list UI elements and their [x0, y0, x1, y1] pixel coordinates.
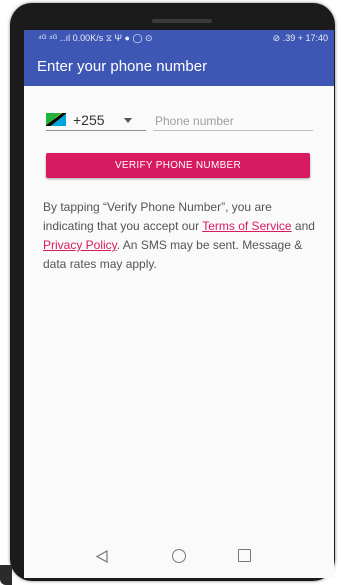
terms-part2: and	[291, 219, 315, 233]
status-right: ⊘ .39 + 17:40	[272, 33, 328, 43]
nav-bar	[24, 538, 334, 578]
recents-icon[interactable]	[238, 549, 251, 562]
speaker	[152, 19, 212, 23]
tanzania-flag-icon	[46, 113, 66, 126]
country-selector[interactable]: +255	[46, 112, 146, 131]
verify-phone-number-button[interactable]: VERIFY PHONE NUMBER	[46, 153, 310, 178]
terms-text: By tapping “Verify Phone Number”, you ar…	[43, 198, 315, 274]
back-icon[interactable]	[95, 549, 108, 568]
status-left: ⁴ᴳ ⁴ᴳ ‥ıl 0.00K/s ⧖ Ψ ● ◯ ⊙	[38, 33, 153, 43]
terms-of-service-link[interactable]: Terms of Service	[202, 219, 291, 233]
country-code: +255	[73, 112, 105, 128]
privacy-policy-link[interactable]: Privacy Policy	[43, 238, 117, 252]
phone-number-input[interactable]	[153, 112, 313, 131]
phone-row: +255	[46, 112, 313, 138]
chevron-down-icon	[124, 118, 132, 123]
home-icon[interactable]	[172, 549, 186, 563]
page-title: Enter your phone number	[37, 58, 208, 75]
status-bar: ⁴ᴳ ⁴ᴳ ‥ıl 0.00K/s ⧖ Ψ ● ◯ ⊙ ⊘ .39 + 17:4…	[24, 30, 334, 48]
app-bar: Enter your phone number	[24, 48, 334, 86]
screen: ⁴ᴳ ⁴ᴳ ‥ıl 0.00K/s ⧖ Ψ ● ◯ ⊙ ⊘ .39 + 17:4…	[24, 30, 334, 538]
corner-shadow	[0, 565, 12, 585]
